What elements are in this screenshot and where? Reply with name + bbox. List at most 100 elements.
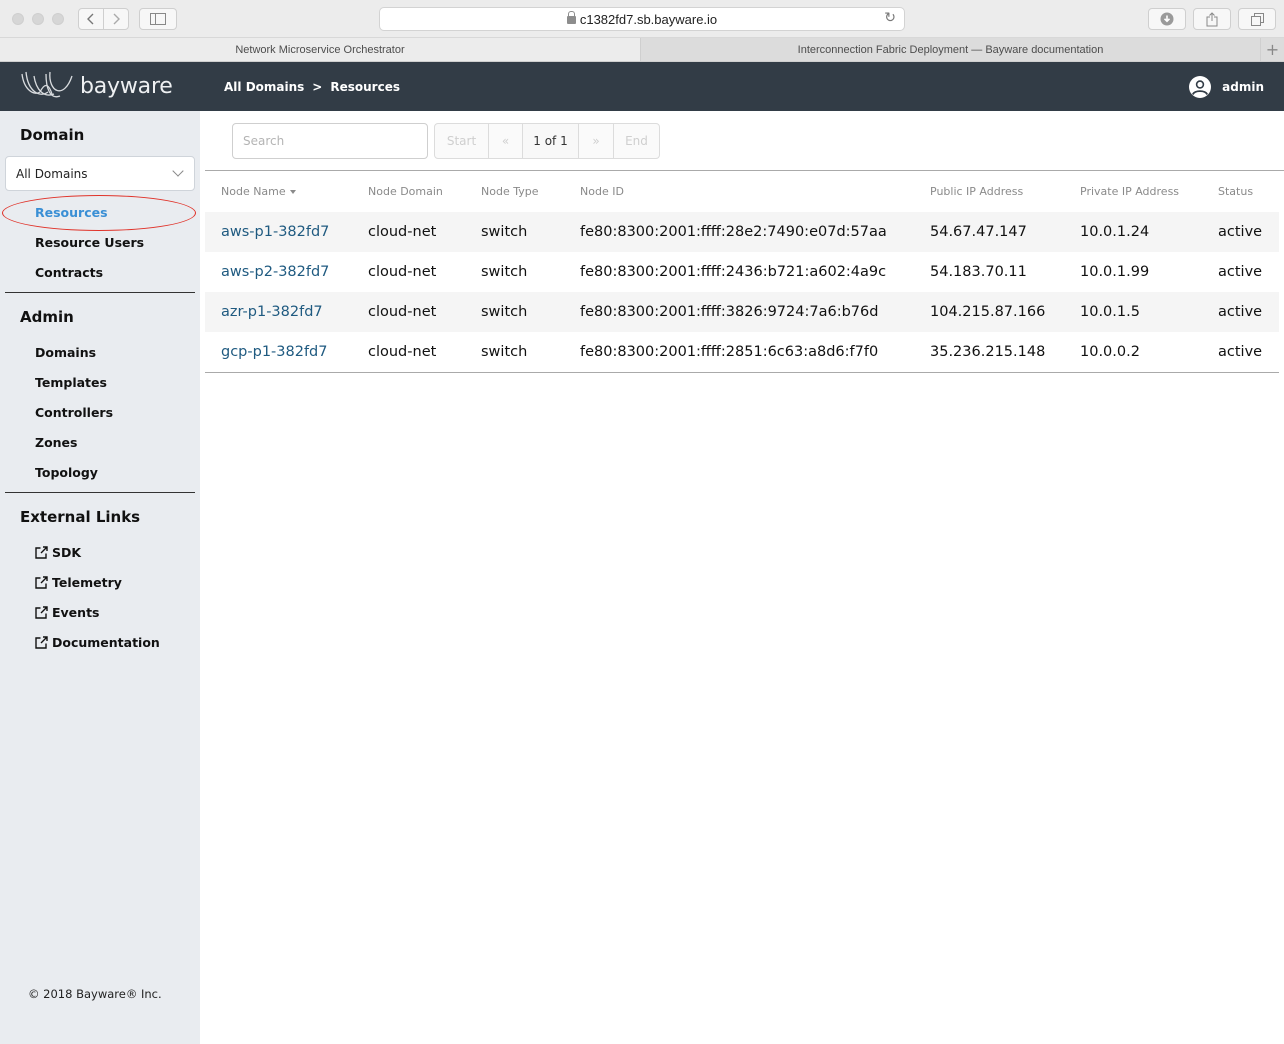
node-domain-cell: cloud-net [368,264,437,280]
sidebar-item-topology[interactable]: Topology [35,465,98,480]
column-header-node-name[interactable]: Node Name [205,171,352,212]
sidebar-item-templates[interactable]: Templates [35,375,107,390]
sidebar-divider [5,292,195,293]
back-button[interactable] [78,8,104,30]
node-domain-cell: cloud-net [352,332,465,373]
user-menu[interactable]: admin [1188,75,1264,99]
node-name-link[interactable]: aws-p2-382fd7 [221,264,329,280]
domain-select-value: All Domains [16,166,88,181]
domain-heading: Domain [20,126,85,144]
zoom-window-button[interactable] [52,13,64,25]
tabs-icon [1250,12,1264,26]
pager-next-button[interactable]: » [578,123,614,159]
table-row: aws-p1-382fd7 cloud-net switch fe80:8300:20… [205,212,1279,252]
username: admin [1222,80,1264,94]
status-cell: active [1202,212,1279,252]
breadcrumb-separator: > [312,80,323,94]
sidebar-icon [150,13,166,25]
pager-prev-button[interactable]: « [488,123,523,159]
sidebar-link-sdk[interactable]: SDK [35,545,81,560]
external-link-icon [35,546,48,559]
chevron-right-icon [113,13,120,25]
sidebar-link-label: Events [52,605,100,620]
node-domain-cell: cloud-net [352,292,465,332]
sidebar: Domain All Domains Resources Resource Us… [0,111,200,1044]
column-header-node-id[interactable]: Node ID [564,171,914,212]
bayware-logo-icon [21,71,73,98]
external-links-heading: External Links [20,508,141,526]
breadcrumb: All Domains > Resources [224,80,400,94]
table-row: aws-p2-382fd7 cloud-net switch fe80:8300:20… [205,252,1279,292]
private-ip-cell: 10.0.1.5 [1064,292,1202,332]
domain-select[interactable]: All Domains [5,156,195,191]
table-row: azr-p1-382fd7 cloud-net switch fe80:8300:20… [205,292,1279,332]
sort-desc-icon [289,190,296,194]
node-domain-cell: cloud-net [352,212,465,252]
sidebar-item-controllers[interactable]: Controllers [35,405,113,420]
column-header-node-domain[interactable]: Node Domain [352,171,465,212]
browser-tab-active[interactable]: Network Microservice Orchestrator [0,38,641,61]
column-header-private-ip[interactable]: Private IP Address [1064,171,1202,212]
downloads-button[interactable] [1148,8,1186,30]
share-icon [1206,11,1218,26]
table-header-row: Node Name Node Domain Node Type Node ID … [205,171,1279,212]
node-name-link[interactable]: aws-p1-382fd7 [221,224,329,240]
minimize-window-button[interactable] [32,13,44,25]
show-tabs-button[interactable] [1238,8,1276,30]
admin-heading: Admin [20,308,74,326]
chevron-down-icon [172,165,184,177]
search-input[interactable] [232,123,428,159]
resources-table: Node Name Node Domain Node Type Node ID … [205,171,1279,373]
sidebar-link-events[interactable]: Events [35,605,99,620]
status-cell: active [1218,264,1263,280]
node-id-cell: fe80:8300:2001:ffff:2436:b721:a602:4a9c [580,264,887,280]
plus-icon: + [1265,40,1280,59]
pager-current-page: 1 of 1 [522,123,579,159]
address-bar[interactable]: c1382fd7.sb.bayware.io ↻ [379,7,905,31]
node-id-cell: fe80:8300:2001:ffff:2851:6c63:a8d6:f7f0 [564,332,914,373]
node-id-cell: fe80:8300:2001:ffff:3826:9724:7a6:b76d [564,292,914,332]
url-text: c1382fd7.sb.bayware.io [579,11,718,27]
node-type-cell: switch [465,332,564,373]
pager-end-button[interactable]: End [613,123,660,159]
breadcrumb-all-domains[interactable]: All Domains [224,80,304,94]
sidebar-link-label: SDK [52,545,82,560]
browser-tab-docs[interactable]: Interconnection Fabric Deployment — Bayw… [641,38,1261,61]
node-name-cell: azr-p1-382fd7 [205,292,352,332]
sidebar-item-domains[interactable]: Domains [35,345,96,360]
brand-logo[interactable]: bayware [20,70,173,102]
node-name-link[interactable]: gcp-p1-382fd7 [221,344,327,360]
pager-start-button[interactable]: Start [434,123,489,159]
sidebar-divider [5,492,195,493]
node-name-link[interactable]: azr-p1-382fd7 [221,304,323,320]
sidebar-item-resources[interactable]: Resources [35,205,108,220]
reload-icon[interactable]: ↻ [884,10,896,26]
pagination: Start « 1 of 1 » End [434,123,660,159]
sidebar-item-contracts[interactable]: Contracts [35,265,103,280]
forward-button[interactable] [103,8,129,30]
browser-tab-bar: Network Microservice Orchestrator Interc… [0,38,1284,62]
node-name-cell: aws-p2-382fd7 [205,252,352,292]
sidebar-item-zones[interactable]: Zones [35,435,77,450]
node-name-cell: gcp-p1-382fd7 [205,332,352,373]
column-header-node-type[interactable]: Node Type [465,171,564,212]
column-header-status[interactable]: Status [1202,171,1279,212]
external-link-icon [35,606,48,619]
user-avatar-icon [1189,76,1212,98]
sidebar-link-documentation[interactable]: Documentation [35,635,160,650]
sidebar-item-resource-users[interactable]: Resource Users [35,235,144,250]
share-button[interactable] [1193,8,1231,30]
node-type-cell: switch [481,264,528,280]
main-content: Start « 1 of 1 » End Node Name Node Doma… [200,111,1284,1044]
status-cell: active [1202,292,1279,332]
close-window-button[interactable] [12,13,24,25]
public-ip-cell: 104.215.87.166 [914,292,1064,332]
copyright: © 2018 Bayware® Inc. [28,987,162,1001]
sidebar-link-telemetry[interactable]: Telemetry [35,575,122,590]
private-ip-cell: 10.0.0.2 [1064,332,1202,373]
column-header-public-ip[interactable]: Public IP Address [914,171,1064,212]
sidebar-toggle-button[interactable] [139,8,177,30]
new-tab-button[interactable]: + [1261,38,1284,61]
node-id-cell: fe80:8300:2001:ffff:28e2:7490:e07d:57aa [564,212,914,252]
external-link-icon [35,576,48,589]
